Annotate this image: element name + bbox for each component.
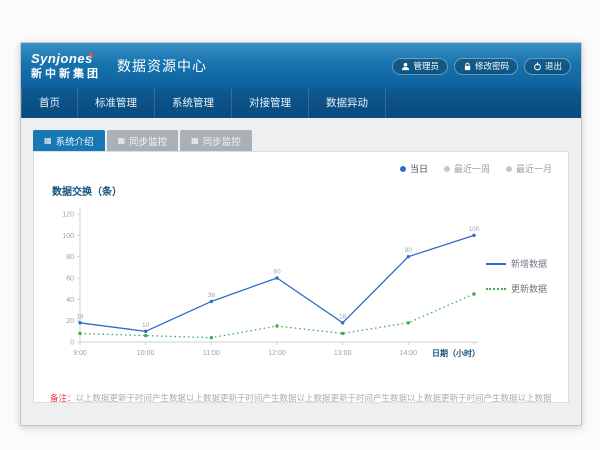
change-password-label: 修改密码 [475,60,509,72]
logo-subtitle: 新中新集团 [31,68,101,80]
app-window: Synjones 新中新集团 数据资源中心 管理员 修改密码 [20,42,582,426]
legend-line-sample [486,263,506,265]
grid-icon: ▦ [44,137,52,145]
change-password-button[interactable]: 修改密码 [454,58,518,75]
tab-label: 同步监控 [129,134,167,148]
svg-text:60: 60 [273,269,281,276]
footnote-label: 备注： [50,393,76,403]
lock-icon [463,62,472,71]
svg-text:100: 100 [469,226,480,233]
legend-label: 更新数据 [511,282,547,295]
svg-text:80: 80 [66,254,74,261]
svg-text:20: 20 [66,318,74,325]
grid-icon: ▦ [191,137,199,145]
svg-text:120: 120 [62,212,74,219]
legend-label: 新增数据 [511,257,547,270]
content-area: ▦ 系统介绍 ▦ 同步监控 ▦ 同步监控 当日 最近一周 [21,118,581,415]
nav-item-standard-mgmt[interactable]: 标准管理 [78,89,155,118]
svg-text:18: 18 [76,313,84,320]
legend-line-sample [486,288,506,290]
filter-label: 当日 [410,162,428,175]
footnote: 备注：以上数据更新于时间产生数据以上数据更新于时间产生数据以上数据更新于时间产生… [50,392,552,404]
header-actions: 管理员 修改密码 退出 [392,58,571,75]
logout-icon [533,62,542,71]
svg-text:10: 10 [142,322,150,329]
svg-text:0: 0 [70,340,74,347]
svg-text:18: 18 [339,313,347,320]
filter-dot-icon [444,166,450,172]
logout-label: 退出 [545,60,562,72]
svg-text:13:00: 13:00 [334,350,352,357]
nav-item-interface-mgmt[interactable]: 对接管理 [232,89,309,118]
series-legend: 新增数据 更新数据 [482,257,552,295]
filter-label: 最近一周 [454,162,490,175]
nav-item-data-change[interactable]: 数据异动 [309,89,386,118]
filter-label: 最近一月 [516,162,552,175]
svg-text:日期（小时）: 日期（小时） [432,348,480,358]
footnote-text: 以上数据更新于时间产生数据以上数据更新于时间产生数据以上数据更新于时间产生数据以… [76,393,552,403]
tab-label: 系统介绍 [56,134,94,148]
admin-button[interactable]: 管理员 [392,58,448,75]
filter-dot-icon [506,166,512,172]
tab-system-intro[interactable]: ▦ 系统介绍 [33,130,105,151]
tab-sync-monitor-2[interactable]: ▦ 同步监控 [180,130,252,151]
line-chart: 0 20 40 60 80 100 120 9:00 10:00 11:00 12:00 13:00 1… [50,198,482,368]
chart-area: 0 20 40 60 80 100 120 9:00 10:00 11:00 12:00 13:00 1… [50,198,552,368]
svg-text:100: 100 [62,233,74,240]
main-nav: 首页 标准管理 系统管理 对接管理 数据异动 [21,89,581,118]
tab-bar: ▦ 系统介绍 ▦ 同步监控 ▦ 同步监控 [33,130,569,151]
chart-filter-legend: 当日 最近一周 最近一月 [50,160,552,175]
filter-last-week[interactable]: 最近一周 [444,162,490,175]
filter-dot-icon [400,166,406,172]
grid-icon: ▦ [118,137,126,145]
filter-last-month[interactable]: 最近一月 [506,162,552,175]
svg-text:14:00: 14:00 [400,350,418,357]
logo-dot [89,53,93,57]
filter-today[interactable]: 当日 [400,162,428,175]
svg-text:80: 80 [405,247,413,254]
svg-text:38: 38 [208,292,216,299]
chart-card: 当日 最近一周 最近一月 数据交换（条） 0 20 40 60 80 100 120 9:00… [33,151,569,403]
header: Synjones 新中新集团 数据资源中心 管理员 修改密码 [21,43,581,89]
nav-item-home[interactable]: 首页 [21,89,78,118]
svg-text:60: 60 [66,276,74,283]
svg-text:11:00: 11:00 [203,350,220,357]
user-icon [401,62,410,71]
svg-text:40: 40 [66,297,74,304]
admin-button-label: 管理员 [413,60,439,72]
brand-logo: Synjones 新中新集团 [31,52,101,80]
svg-text:12:00: 12:00 [268,350,286,357]
tab-sync-monitor-1[interactable]: ▦ 同步监控 [107,130,179,151]
logout-button[interactable]: 退出 [524,58,571,75]
nav-item-system-mgmt[interactable]: 系统管理 [155,89,232,118]
svg-text:10:00: 10:00 [137,350,155,357]
svg-text:9:00: 9:00 [73,350,87,357]
tab-label: 同步监控 [203,134,241,148]
legend-item-new-data[interactable]: 新增数据 [486,257,552,270]
y-axis-title: 数据交换（条） [52,183,552,198]
legend-item-updated-data[interactable]: 更新数据 [486,282,552,295]
page-title: 数据资源中心 [117,56,207,76]
